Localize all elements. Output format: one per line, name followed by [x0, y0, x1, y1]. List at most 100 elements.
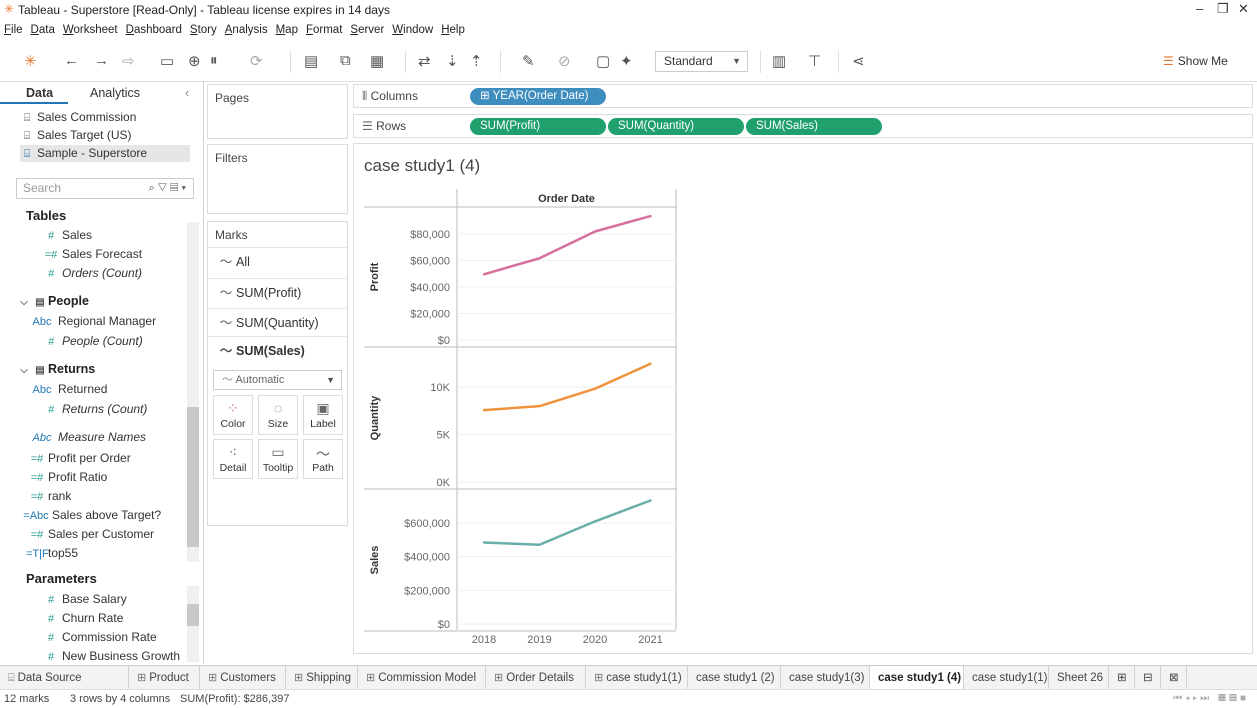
menu-file[interactable]: File [4, 24, 23, 36]
new-worksheet-tab-icon[interactable]: ⊞ [1109, 666, 1135, 690]
field-item[interactable]: =# Profit Ratio [26, 468, 108, 487]
field-item[interactable]: # Returns (Count) [40, 400, 147, 419]
restore-icon[interactable]: ❐ [1217, 0, 1229, 18]
parameter-item[interactable]: # New Business Growth [40, 647, 180, 666]
parameter-item[interactable]: # Base Salary [40, 590, 127, 609]
menu-format[interactable]: Format [306, 24, 342, 36]
tab-case-study1-4-active[interactable]: case study1 (4) [870, 666, 964, 690]
tab-case-study1-1b[interactable]: case study1(1) [964, 666, 1049, 690]
undo-icon[interactable]: ← [64, 52, 79, 69]
highlight-icon[interactable]: ✎ [522, 52, 535, 70]
pill-sum-profit[interactable]: SUM(Profit) [470, 118, 606, 135]
share-icon[interactable]: ⋖ [852, 52, 865, 70]
clear-sheet-icon[interactable]: ▦ [370, 52, 384, 70]
marks-row-sales[interactable]: 〜 SUM(Sales) [208, 336, 348, 364]
pill-sum-sales[interactable]: SUM(Sales) [746, 118, 882, 135]
refresh-icon[interactable]: ⟳ [250, 52, 263, 70]
marks-row-profit[interactable]: 〜 SUM(Profit) [208, 278, 348, 306]
field-item[interactable]: # Sales [40, 226, 92, 245]
tab-case-study1-3[interactable]: case study1(3) [781, 666, 870, 690]
tab-shipping[interactable]: ⊞ Shipping [286, 666, 358, 690]
marks-row-all[interactable]: 〜 All [208, 247, 348, 275]
menu-story[interactable]: Story [190, 24, 217, 36]
path-button[interactable]: 〜 Path [303, 439, 343, 479]
tableau-home-icon[interactable]: ✳ [24, 52, 37, 70]
tab-order-details[interactable]: ⊞ Order Details [486, 666, 586, 690]
detail-button[interactable]: ⁖ Detail [213, 439, 253, 479]
datasource-item-selected[interactable]: ⌸ Sample - Superstore [20, 145, 190, 162]
labels-icon[interactable]: ▢ [596, 52, 610, 70]
fit-dropdown[interactable]: Standard ▼ [655, 51, 748, 72]
tab-customers[interactable]: ⊞ Customers [200, 666, 286, 690]
scrollbar-thumb[interactable] [187, 604, 199, 626]
menu-map[interactable]: Map [276, 24, 298, 36]
minimize-icon[interactable]: – [1196, 0, 1203, 18]
tooltip-button[interactable]: ▭ Tooltip [258, 439, 298, 479]
fields-scrollbar[interactable] [187, 222, 199, 562]
swap-icon[interactable]: ⇄ [418, 52, 431, 70]
sort-descending-icon[interactable]: ⇡ [470, 52, 483, 70]
menu-worksheet[interactable]: Worksheet [63, 24, 118, 36]
field-item[interactable]: Abc Measure Names [26, 428, 147, 447]
search-filter-icon[interactable]: ⌕▽▤▾ [149, 179, 189, 198]
color-button[interactable]: ⁘ Color [213, 395, 253, 435]
field-item[interactable]: # Orders (Count) [40, 264, 142, 283]
field-item[interactable]: =# rank [26, 487, 72, 506]
tab-data-source[interactable]: ⌸ Data Source [0, 666, 129, 690]
menu-window[interactable]: Window [392, 24, 433, 36]
parameter-item[interactable]: # Churn Rate [40, 609, 123, 628]
search-input[interactable]: Search ⌕▽▤▾ [16, 178, 194, 199]
menu-data[interactable]: Data [31, 24, 55, 36]
pill-sum-quantity[interactable]: SUM(Quantity) [608, 118, 744, 135]
pill-year-order-date[interactable]: ⊞ YEAR(Order Date) [470, 88, 606, 105]
pause-updates-icon[interactable]: ⏸ [210, 52, 218, 69]
label-button[interactable]: ▣ Label [303, 395, 343, 435]
tab-sheet-26[interactable]: Sheet 26 [1049, 666, 1109, 690]
menu-analysis[interactable]: Analysis [225, 24, 268, 36]
mark-type-select[interactable]: 〜 Automatic ▼ [213, 370, 342, 390]
tab-case-study1-1[interactable]: ⊞ case study1(1) [586, 666, 688, 690]
new-story-tab-icon[interactable]: ⊠ [1161, 666, 1187, 690]
new-datasource-icon[interactable]: ⊕ [188, 52, 201, 70]
show-cards-icon[interactable]: ▥ [772, 52, 786, 70]
tab-case-study1-2[interactable]: case study1 (2) [688, 666, 781, 690]
menu-server[interactable]: Server [350, 24, 384, 36]
tab-commission-model[interactable]: ⊞ Commission Model [358, 666, 486, 690]
pin-icon[interactable]: ✦ [620, 52, 633, 70]
field-item[interactable]: =# Sales Forecast [40, 245, 142, 264]
presentation-icon[interactable]: ⊤ [808, 52, 821, 70]
redo-icon[interactable]: → [94, 52, 109, 69]
pages-card[interactable]: Pages [207, 84, 348, 139]
datasource-item[interactable]: ⌸ Sales Target (US) [20, 127, 132, 144]
sort-ascending-icon[interactable]: ⇣ [446, 52, 459, 70]
size-button[interactable]: ◌ Size [258, 395, 298, 435]
parameters-scrollbar[interactable] [187, 586, 199, 662]
show-me-button[interactable]: ☰ Show Me [1163, 54, 1228, 68]
datasource-item[interactable]: ⌸ Sales Commission [20, 109, 137, 126]
rows-shelf[interactable]: ☰ Rows SUM(Profit) SUM(Quantity) SUM(Sal… [353, 114, 1253, 138]
field-item[interactable]: =Abc Sales above Target? [20, 506, 161, 525]
field-item[interactable]: =# Profit per Order [26, 449, 131, 468]
field-item[interactable]: =T|Ftop55 [26, 544, 78, 563]
columns-shelf[interactable]: ⦀ Columns ⊞ YEAR(Order Date) [353, 84, 1253, 108]
close-icon[interactable]: ✕ [1238, 0, 1249, 18]
tab-analytics[interactable]: Analytics [68, 82, 168, 104]
sheet-navigation-icon[interactable]: ⏮◂▸⏭ ▦▤■ [1173, 690, 1249, 708]
replay-icon[interactable]: ⇨ [122, 52, 135, 70]
field-item[interactable]: Abc Regional Manager [26, 312, 157, 331]
save-icon[interactable]: ▭ [160, 52, 174, 70]
parameter-item[interactable]: # Commission Rate [40, 628, 157, 647]
tab-product[interactable]: ⊞ Product [129, 666, 200, 690]
new-dashboard-tab-icon[interactable]: ⊟ [1135, 666, 1161, 690]
field-item[interactable]: # People (Count) [40, 332, 143, 351]
duplicate-sheet-icon[interactable]: ⧉ [340, 52, 351, 69]
group-icon[interactable]: ⊘ [558, 52, 571, 70]
marks-row-quantity[interactable]: 〜 SUM(Quantity) [208, 308, 348, 336]
scrollbar-thumb[interactable] [187, 407, 199, 547]
folder-returns[interactable]: ⌵ ▤ Returns [16, 362, 95, 376]
new-worksheet-icon[interactable]: ▤ [304, 52, 318, 70]
tab-data[interactable]: Data [0, 82, 68, 104]
field-item[interactable]: Abc Returned [26, 380, 108, 399]
collapse-pane-icon[interactable]: ‹ [185, 82, 200, 104]
folder-people[interactable]: ⌵ ▤ People [16, 294, 89, 308]
